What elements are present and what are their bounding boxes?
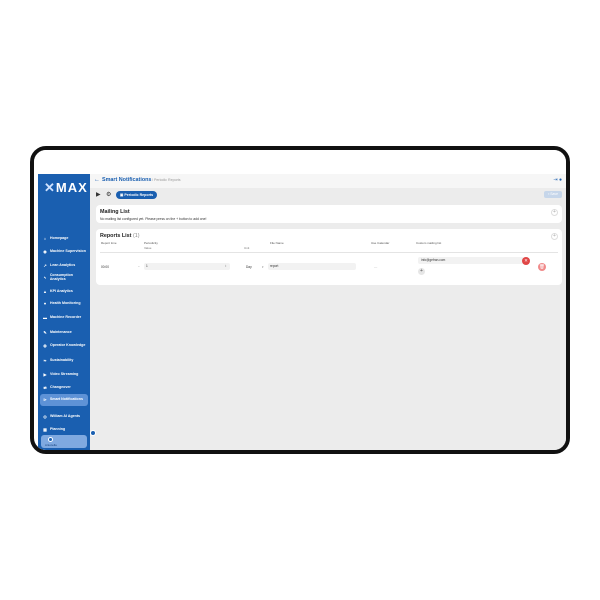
col-file-name: File Name (270, 241, 284, 245)
sidebar-item-operator-knowledge[interactable]: ◍ Operator Knowledge (40, 340, 88, 352)
sidebar-item-maintenance[interactable]: ✎ Maintenance (40, 327, 88, 339)
add-email-button[interactable]: + (418, 268, 425, 275)
toolbar: ▶ ⚙ ▣ Periodic Reports ▪ Save (90, 188, 566, 202)
sidebar-item-label: Wiiliam AI Agents (50, 414, 81, 419)
eye-icon: ◉ (43, 249, 47, 254)
col-report-time: Report time (101, 241, 117, 245)
back-arrow-icon[interactable]: ← (94, 177, 100, 183)
leaf-icon: ❧ (43, 358, 47, 363)
gear-icon[interactable]: ⚙ (106, 191, 111, 198)
sidebar-item-label: Consumption Analytics (49, 273, 73, 281)
sidebar-item-health-monitoring[interactable]: ♥ Health Monitoring (40, 298, 88, 310)
col-periodicity: Periodicity (144, 241, 158, 245)
sidebar-item-wiiliam-ai-agents[interactable]: ◎ Wiiliam AI Agents (40, 411, 88, 423)
chart-icon: ▲ (43, 289, 47, 294)
recorder-icon: ▬ (43, 315, 47, 320)
delete-report-button[interactable]: 🗑 (538, 263, 546, 271)
sidebar-item-label: Maintenance (50, 330, 72, 335)
reports-list-card: Reports List (1) + Report time Periodici… (96, 229, 562, 285)
bolt-icon: ϟ (43, 275, 46, 280)
info-icon[interactable]: ● (559, 177, 562, 183)
page-title: Smart Notifications (102, 177, 152, 183)
sidebar: ✕MAX ⌂ Homepage ◉ Machine Supervision ↗ Lean … (38, 174, 90, 450)
bot-icon: ◎ (43, 414, 47, 419)
sidebar-item-label: Lean Analytics (50, 263, 76, 268)
mailing-list-card: Mailing List + No mailing list configure… (96, 205, 562, 223)
bulb-icon: ◍ (43, 343, 47, 348)
report-time-value[interactable]: 00:00 (101, 265, 109, 269)
sidebar-item-label: Sustainability (50, 358, 74, 363)
minus-icon[interactable]: − (138, 265, 140, 269)
add-report-button[interactable]: + (551, 233, 558, 240)
play-icon[interactable]: ▶ (96, 191, 101, 198)
dropdown-icon[interactable]: ▾ (262, 265, 264, 269)
avatar (48, 437, 53, 442)
add-mailing-list-button[interactable]: + (551, 209, 558, 216)
calendar-icon: ▦ (43, 427, 47, 432)
sidebar-item-changeover[interactable]: ⇄ Changeover (40, 382, 88, 394)
sidebar-item-label: Planning (50, 427, 66, 432)
sidebar-item-sustainability[interactable]: ❧ Sustainability (40, 355, 88, 367)
periodic-reports-chip[interactable]: ▣ Periodic Reports (116, 191, 158, 199)
remove-email-button[interactable]: ✕ (522, 257, 530, 265)
sidebar-item-label: Machine Supervision (50, 249, 86, 254)
user-name: Antonella (45, 443, 57, 447)
breadcrumb: / Periodic Reports (152, 178, 181, 182)
heart-icon: ♥ (43, 301, 47, 306)
home-icon: ⌂ (43, 236, 47, 241)
sidebar-item-consumption-analytics[interactable]: ϟ Consumption Analytics (40, 272, 88, 284)
trend-icon: ↗ (43, 263, 47, 268)
sidebar-item-smart-notifications[interactable]: ⊳ Smart Notifications (40, 394, 88, 406)
page-header: ← Smart Notifications / Periodic Reports… (90, 174, 566, 188)
header-divider (100, 252, 558, 253)
sidebar-item-label: Health Monitoring (50, 301, 81, 306)
app-logo: ✕MAX (44, 180, 88, 195)
col-periodicity-unit: Unit (244, 246, 250, 250)
swap-icon: ⇄ (43, 385, 47, 390)
save-button[interactable]: ▪ Save (544, 191, 562, 198)
sidebar-item-label: Homepage (50, 236, 69, 241)
sidebar-item-homepage[interactable]: ⌂ Homepage (40, 233, 88, 245)
sidebar-item-label: KPI Analytics (50, 289, 73, 294)
mailing-empty-message: No mailing list configured yet. Please p… (100, 217, 207, 221)
header-icons: ⇥ ● (553, 177, 562, 183)
sidebar-item-label: Changeover (50, 385, 71, 390)
file-name-field[interactable]: report (268, 263, 356, 270)
sidebar-item-label: Smart Notifications (50, 397, 83, 402)
col-custom-mailing: Custom mailing list (416, 241, 442, 245)
top-strip (34, 150, 566, 174)
reports-list-title: Reports List (1) (100, 233, 140, 239)
sidebar-item-kpi-analytics[interactable]: ▲ KPI Analytics (40, 286, 88, 298)
sidebar-item-lean-analytics[interactable]: ↗ Lean Analytics (40, 260, 88, 272)
wrench-icon: ✎ (43, 330, 47, 335)
sidebar-item-machine-recorder[interactable]: ▬ Machine Recorder (40, 312, 88, 324)
sidebar-item-label: Operator Knowledge (50, 343, 86, 348)
mailing-list-title: Mailing List (100, 209, 130, 215)
sidebar-item-label: Video Streaming (50, 372, 79, 377)
col-periodicity-value: Value (144, 246, 152, 250)
logout-icon[interactable]: ⇥ (553, 177, 557, 183)
use-calendar-toggle[interactable]: — (374, 265, 377, 269)
sidebar-item-label: Machine Recorder (50, 315, 82, 320)
sidebar-item-video-streaming[interactable]: ▶ Video Streaming (40, 369, 88, 381)
col-use-calendar: Use Calendar (371, 241, 390, 245)
sidebar-item-machine-supervision[interactable]: ◉ Machine Supervision (40, 246, 88, 258)
sidebar-collapse-button[interactable] (90, 430, 96, 436)
app-screen: ✕MAX ⌂ Homepage ◉ Machine Supervision ↗ Lean … (38, 174, 566, 450)
email-field[interactable]: info@gefran.com (418, 257, 524, 264)
bell-icon: ⊳ (43, 397, 47, 402)
stepper-icon[interactable]: ⇕ (224, 263, 227, 270)
user-profile[interactable]: Antonella (41, 435, 87, 448)
periodicity-value-field[interactable]: 1 ⇕ (144, 263, 230, 270)
report-icon: ▣ (120, 193, 124, 197)
periodicity-unit-value[interactable]: Day (246, 265, 252, 269)
play-icon: ▶ (43, 372, 47, 377)
device-frame: ✕MAX ⌂ Homepage ◉ Machine Supervision ↗ Lean … (30, 146, 570, 454)
